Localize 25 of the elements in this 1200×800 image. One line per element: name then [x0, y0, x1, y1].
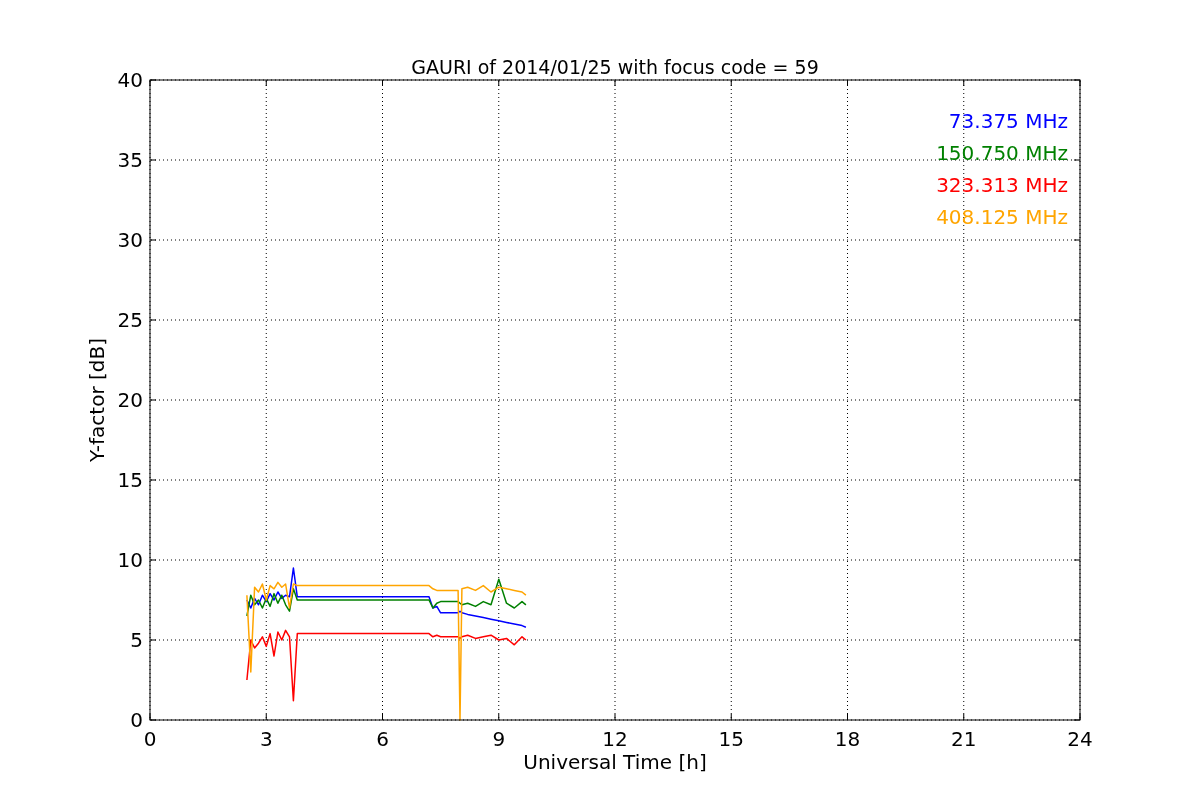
- tick-label: 35: [117, 148, 143, 172]
- tick-label: 18: [834, 727, 861, 751]
- legend-label: 408.125 MHz: [936, 205, 1068, 229]
- legend-label: 150.750 MHz: [936, 141, 1068, 165]
- tick-label: 5: [130, 628, 143, 652]
- x-axis-label: Universal Time [h]: [523, 750, 707, 774]
- y-axis-label: Y-factor [dB]: [85, 338, 109, 462]
- tick-label: 3: [259, 727, 273, 751]
- tick-label: 15: [117, 468, 143, 492]
- tick-label: 20: [117, 388, 143, 412]
- chart-title: GAURI of 2014/01/25 with focus code = 59: [411, 56, 819, 78]
- tick-label: 0: [143, 727, 157, 751]
- tick-label: 10: [117, 548, 143, 572]
- tick-label: 9: [492, 727, 506, 751]
- tick-label: 25: [117, 308, 143, 332]
- legend-label: 323.313 MHz: [936, 173, 1068, 197]
- tick-label: 15: [718, 727, 744, 751]
- legend-label: 73.375 MHz: [948, 109, 1068, 133]
- tick-label: 12: [602, 727, 628, 751]
- tick-label: 30: [117, 228, 143, 252]
- tick-label: 0: [130, 708, 143, 732]
- tick-label: 40: [117, 68, 143, 92]
- tick-label: 24: [1067, 727, 1093, 751]
- tick-label: 6: [376, 727, 389, 751]
- tick-label: 21: [951, 727, 977, 751]
